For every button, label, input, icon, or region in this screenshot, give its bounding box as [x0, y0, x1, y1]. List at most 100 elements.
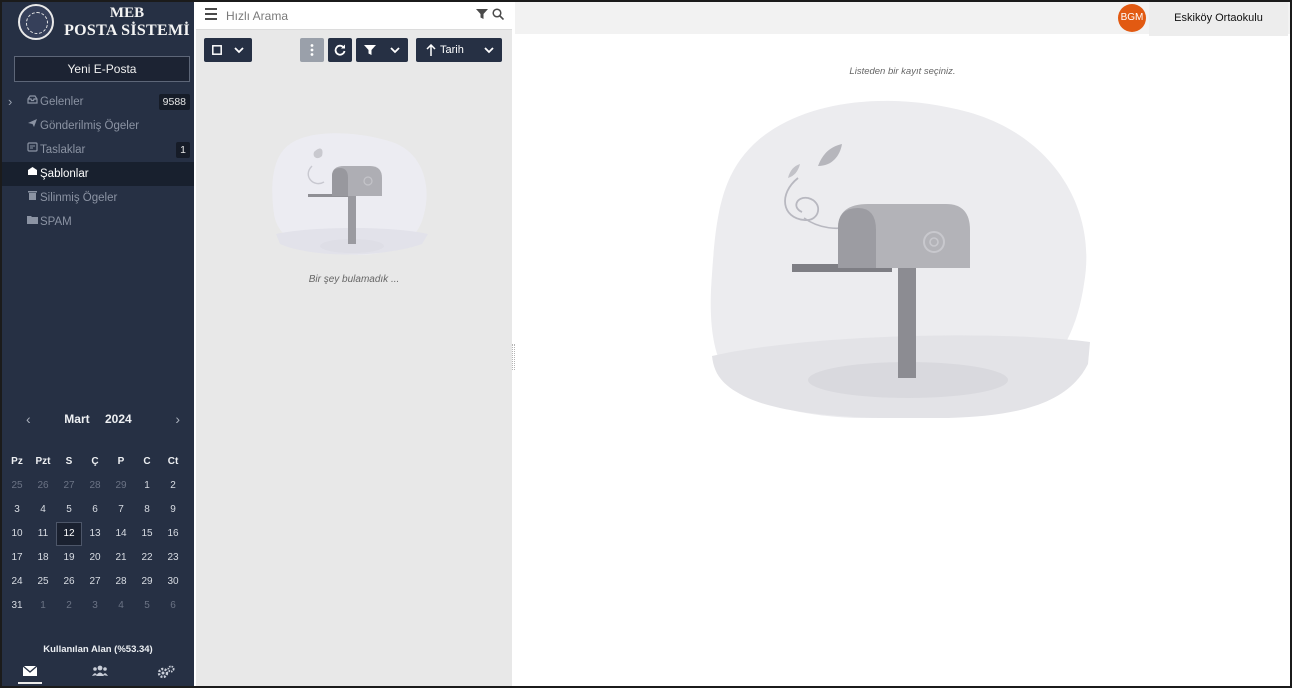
calendar-day[interactable]: 27: [82, 570, 108, 594]
folder-label: Gelenler: [40, 96, 84, 108]
calendar-day[interactable]: 10: [4, 522, 30, 546]
calendar-day[interactable]: 5: [134, 594, 160, 618]
empty-mailbox-illustration: [272, 133, 428, 255]
calendar-day[interactable]: 2: [160, 474, 186, 498]
calendar-day[interactable]: 19: [56, 546, 82, 570]
calendar-day[interactable]: 1: [30, 594, 56, 618]
organization-menu[interactable]: Eskiköy Ortaokulu: [1149, 2, 1288, 36]
calendar-day[interactable]: 3: [4, 498, 30, 522]
mail-tab[interactable]: [18, 662, 42, 684]
filter-icon[interactable]: [476, 8, 488, 20]
calendar-day[interactable]: 8: [134, 498, 160, 522]
chevron-down-icon: [390, 47, 400, 54]
calendar-day[interactable]: 12: [56, 522, 82, 546]
calendar-week: 3456789: [4, 498, 192, 522]
reading-pane: BGM Eskiköy Ortaokulu Listeden bir kayıt…: [515, 2, 1290, 686]
calendar-day[interactable]: 21: [108, 546, 134, 570]
folder-icon: [26, 210, 38, 234]
calendar-day[interactable]: 14: [108, 522, 134, 546]
calendar-day[interactable]: 5: [56, 498, 82, 522]
bottom-tabs: [2, 658, 194, 686]
chevron-right-icon[interactable]: ›: [175, 406, 180, 432]
folder-inbox[interactable]: › Gelenler 9588: [2, 90, 194, 114]
sidebar: MEB POSTA SİSTEMİ Yeni E-Posta › Gelenle…: [2, 2, 194, 686]
folder-list: › Gelenler 9588 Gönderilmiş Ögeler Tasla…: [2, 90, 194, 234]
calendar-day[interactable]: 24: [4, 570, 30, 594]
search-input[interactable]: [226, 5, 466, 27]
settings-tab[interactable]: [154, 662, 178, 684]
calendar-day[interactable]: 26: [30, 474, 56, 498]
calendar-day[interactable]: 17: [4, 546, 30, 570]
calendar-day[interactable]: 29: [134, 570, 160, 594]
paper-plane-icon: [26, 114, 38, 138]
calendar-day[interactable]: 2: [56, 594, 82, 618]
mail-icon: [23, 665, 37, 676]
draft-icon: [26, 138, 38, 162]
refresh-button[interactable]: [328, 38, 352, 62]
avatar[interactable]: BGM: [1118, 4, 1146, 32]
calendar-day[interactable]: 7: [108, 498, 134, 522]
sort-button[interactable]: Tarih: [416, 38, 502, 62]
calendar-day[interactable]: 6: [160, 594, 186, 618]
calendar-week: 31 1 2 3 4 5 6: [4, 594, 192, 618]
calendar-weekday: Pz: [11, 456, 23, 467]
chevron-left-icon[interactable]: ‹: [26, 406, 31, 432]
calendar-day[interactable]: 26: [56, 570, 82, 594]
calendar-day[interactable]: 16: [160, 522, 186, 546]
calendar-day[interactable]: 13: [82, 522, 108, 546]
hamburger-icon[interactable]: [205, 8, 217, 22]
draft-count-badge: 1: [176, 142, 190, 158]
calendar-day[interactable]: 25: [30, 570, 56, 594]
search-bar: [196, 2, 512, 30]
chevron-right-icon[interactable]: ›: [8, 90, 12, 114]
more-vertical-icon: [310, 44, 314, 56]
folder-label: Taslaklar: [40, 144, 86, 156]
folder-spam[interactable]: SPAM: [2, 210, 194, 234]
calendar-day[interactable]: 4: [30, 498, 56, 522]
trash-icon: [26, 186, 38, 210]
sort-label: Tarih: [440, 44, 464, 56]
calendar-day[interactable]: 27: [56, 474, 82, 498]
unread-count-badge: 9588: [158, 94, 190, 110]
calendar-day[interactable]: 22: [134, 546, 160, 570]
contacts-tab[interactable]: [88, 662, 112, 684]
calendar-day[interactable]: 1: [134, 474, 160, 498]
calendar-day[interactable]: 28: [82, 474, 108, 498]
logo: MEB POSTA SİSTEMİ: [2, 2, 194, 48]
new-mail-button[interactable]: Yeni E-Posta: [14, 56, 190, 82]
calendar-day[interactable]: 4: [108, 594, 134, 618]
folder-templates[interactable]: Şablonlar: [2, 162, 194, 186]
empty-list-message: Bir şey bulamadık ...: [308, 274, 400, 285]
chevron-down-icon: [234, 47, 244, 54]
more-actions-button[interactable]: [300, 38, 324, 62]
select-record-prompt: Listeden bir kayıt seçiniz.: [849, 66, 956, 77]
calendar-day[interactable]: 25: [4, 474, 30, 498]
select-all-button[interactable]: [204, 38, 252, 62]
app-title-line1: MEB: [109, 5, 145, 21]
calendar-day[interactable]: 3: [82, 594, 108, 618]
calendar-day[interactable]: 31: [4, 594, 30, 618]
calendar-day[interactable]: 15: [134, 522, 160, 546]
inbox-icon: [26, 90, 38, 114]
calendar-year: 2024: [104, 412, 132, 426]
calendar-day[interactable]: 28: [108, 570, 134, 594]
search-icon[interactable]: [492, 8, 504, 20]
calendar-day[interactable]: 9: [160, 498, 186, 522]
folder-drafts[interactable]: Taslaklar 1: [2, 138, 194, 162]
calendar-day[interactable]: 6: [82, 498, 108, 522]
folder-sent[interactable]: Gönderilmiş Ögeler: [2, 114, 194, 138]
ministry-seal-icon: [18, 4, 54, 40]
calendar-day[interactable]: 29: [108, 474, 134, 498]
mailbox-illustration: [710, 100, 1090, 418]
filter-button[interactable]: [356, 38, 408, 62]
calendar-day[interactable]: 20: [82, 546, 108, 570]
calendar-day[interactable]: 18: [30, 546, 56, 570]
calendar-day[interactable]: 11: [30, 522, 56, 546]
folder-deleted[interactable]: Silinmiş Ögeler: [2, 186, 194, 210]
refresh-icon: [334, 44, 346, 56]
calendar-day[interactable]: 23: [160, 546, 186, 570]
calendar-weekday: Ct: [167, 456, 179, 467]
app-title: MEB POSTA SİSTEMİ: [62, 5, 192, 39]
folder-label: Şablonlar: [40, 168, 89, 180]
calendar-day[interactable]: 30: [160, 570, 186, 594]
